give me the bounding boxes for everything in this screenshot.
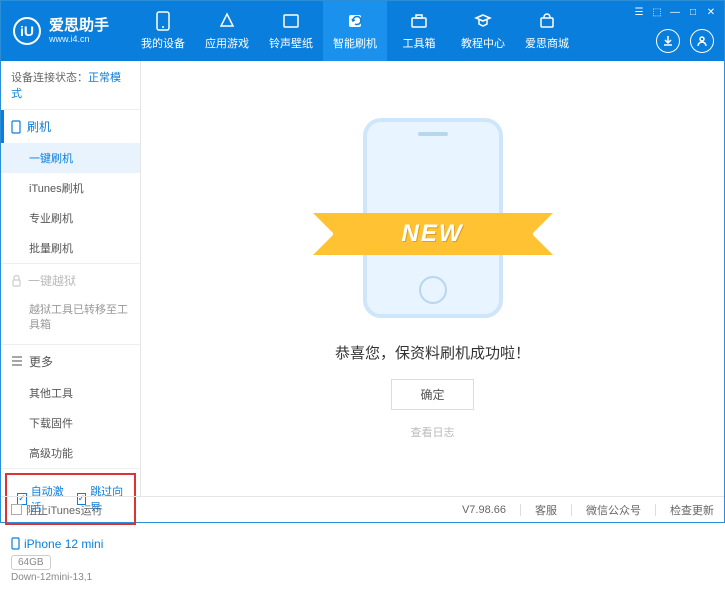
wallpaper-icon [281,11,301,31]
lock-icon[interactable]: ⬚ [650,5,664,19]
phone-icon [153,11,173,31]
sidebar: 设备连接状态：正常模式 刷机 一键刷机 iTunes刷机 专业刷机 批量刷机 一… [1,61,141,496]
sidebar-item-download-firmware[interactable]: 下载固件 [1,408,140,438]
close-icon[interactable]: ✕ [704,5,718,19]
toolbox-icon [409,11,429,31]
body: 设备连接状态：正常模式 刷机 一键刷机 iTunes刷机 专业刷机 批量刷机 一… [1,61,724,496]
tutorial-icon [473,11,493,31]
checkbox-icon [11,504,22,515]
window-controls: ☰ ⬚ — □ ✕ [632,5,718,19]
checkbox-block-itunes[interactable]: 阻止iTunes运行 [11,502,103,518]
nav-apps[interactable]: 应用游戏 [195,1,259,61]
device-meta: Down-12mini-13,1 [11,572,130,583]
main-content: NEW 恭喜您，保资料刷机成功啦！ 确定 查看日志 [141,61,724,496]
footer-left: 阻止iTunes运行 [11,502,103,518]
store-icon [537,11,557,31]
nav-store[interactable]: 爱思商城 [515,1,579,61]
success-message: 恭喜您，保资料刷机成功啦！ [335,342,530,363]
connection-status: 设备连接状态：正常模式 [1,61,140,110]
sidebar-head-jailbreak: 一键越狱 [1,264,140,297]
top-nav: 我的设备 应用游戏 铃声壁纸 智能刷机 工具箱 教程中心 [131,1,579,61]
version-label: V7.98.66 [462,504,506,516]
app-url: www.i4.cn [49,34,109,44]
sidebar-section-more: 更多 其他工具 下载固件 高级功能 [1,345,140,469]
sidebar-section-flash: 刷机 一键刷机 iTunes刷机 专业刷机 批量刷机 [1,110,140,264]
maximize-icon[interactable]: □ [686,5,700,19]
sidebar-item-batch-flash[interactable]: 批量刷机 [1,233,140,263]
logo-area: iU 爱思助手 www.i4.cn [1,17,121,45]
jailbreak-note: 越狱工具已转移至工具箱 [1,297,140,344]
footer: 阻止iTunes运行 V7.98.66 客服 微信公众号 检查更新 [1,496,724,522]
lock-small-icon [11,275,22,287]
nav-ringtones[interactable]: 铃声壁纸 [259,1,323,61]
menu-icon[interactable]: ☰ [632,5,646,19]
customer-service-link[interactable]: 客服 [535,502,557,518]
wechat-link[interactable]: 微信公众号 [586,502,641,518]
check-update-link[interactable]: 检查更新 [670,502,714,518]
sidebar-item-itunes-flash[interactable]: iTunes刷机 [1,173,140,203]
sidebar-item-oneclick-flash[interactable]: 一键刷机 [1,143,140,173]
flash-icon [345,11,365,31]
hamburger-icon [11,356,23,366]
sidebar-item-other-tools[interactable]: 其他工具 [1,378,140,408]
view-log-link[interactable]: 查看日志 [411,424,455,440]
ok-button[interactable]: 确定 [391,379,473,410]
new-ribbon: NEW [333,213,533,255]
device-storage-badge: 64GB [11,555,51,570]
success-illustration: NEW [363,118,503,318]
sidebar-head-flash[interactable]: 刷机 [1,110,140,143]
app-window: iU 爱思助手 www.i4.cn 我的设备 应用游戏 铃声壁纸 智能刷机 [0,0,725,523]
app-name: 爱思助手 [49,18,109,35]
footer-right: V7.98.66 客服 微信公众号 检查更新 [462,502,714,518]
minimize-icon[interactable]: — [668,5,682,19]
download-button[interactable] [656,29,680,53]
titlebar: iU 爱思助手 www.i4.cn 我的设备 应用游戏 铃声壁纸 智能刷机 [1,1,724,61]
nav-tutorials[interactable]: 教程中心 [451,1,515,61]
nav-toolbox[interactable]: 工具箱 [387,1,451,61]
sidebar-section-jailbreak: 一键越狱 越狱工具已转移至工具箱 [1,264,140,345]
logo-icon: iU [13,17,41,45]
nav-flash[interactable]: 智能刷机 [323,1,387,61]
nav-my-device[interactable]: 我的设备 [131,1,195,61]
device-name[interactable]: iPhone 12 mini [11,537,130,551]
phone-small-icon [11,120,21,134]
device-panel: iPhone 12 mini 64GB Down-12mini-13,1 [1,529,140,591]
phone-tiny-icon [11,537,20,550]
apps-icon [217,11,237,31]
sidebar-item-advanced[interactable]: 高级功能 [1,438,140,468]
sidebar-head-more[interactable]: 更多 [1,345,140,378]
titlebar-right-controls [656,29,714,53]
user-button[interactable] [690,29,714,53]
ribbon-text: NEW [402,220,464,248]
sidebar-item-pro-flash[interactable]: 专业刷机 [1,203,140,233]
